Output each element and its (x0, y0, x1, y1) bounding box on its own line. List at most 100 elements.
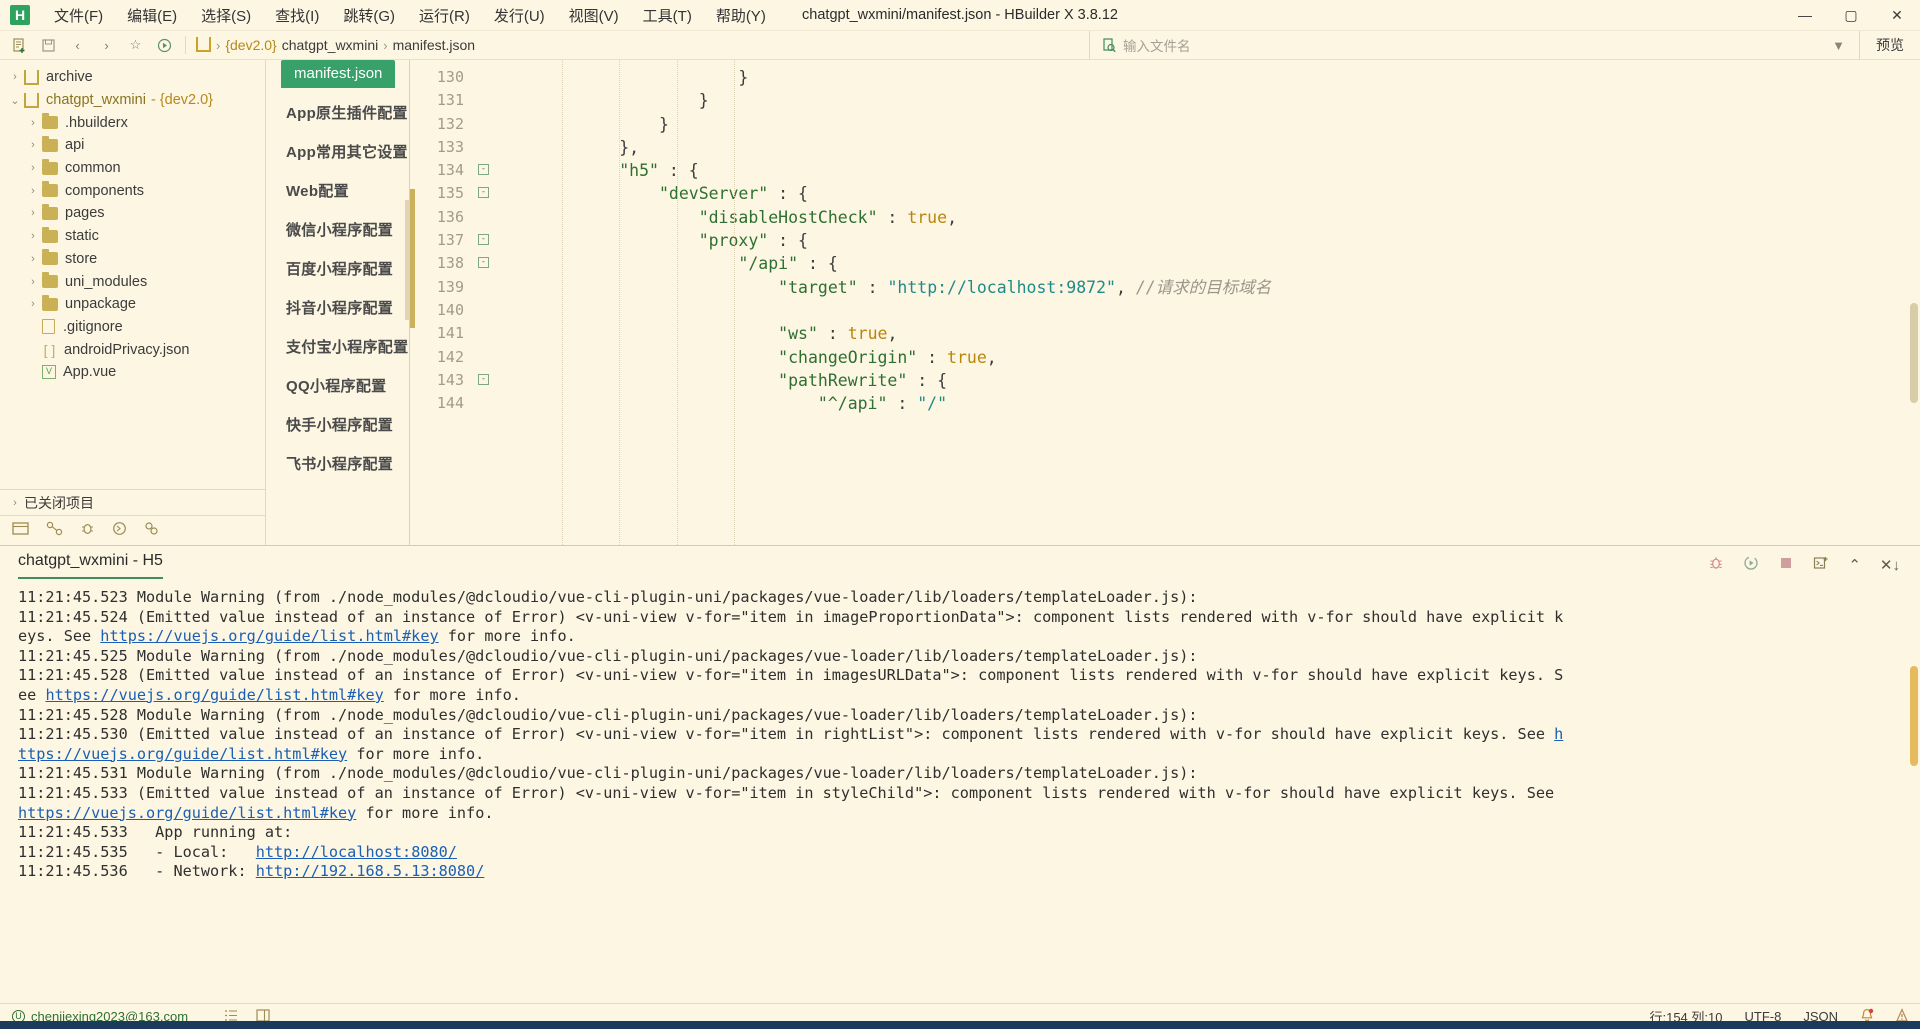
console-text: for more info. (438, 627, 576, 646)
console-text: 11:21:45.528 (Emitted value instead of a… (18, 666, 1564, 685)
manifest-nav-list[interactable]: App原生插件配置 App常用其它设置 Web配置 微信小程序配置 百度小程序配置 抖音小… (266, 93, 409, 483)
code-editor[interactable]: 130 131 132 133 134-135- 136 137-138- 139 140 141… (410, 60, 1920, 545)
explorer-icon[interactable] (12, 521, 29, 540)
menu-item-3[interactable]: 查找(I) (263, 2, 331, 29)
rerun-icon[interactable] (1743, 555, 1759, 575)
closed-projects-row[interactable]: › 已关闭项目 (0, 489, 265, 515)
console-link[interactable]: h (1554, 725, 1563, 743)
chevron-right-icon[interactable]: › (24, 366, 42, 378)
code-token: : { (768, 231, 808, 251)
bug-icon[interactable] (1708, 555, 1724, 575)
menu-item-8[interactable]: 工具(T) (631, 2, 704, 29)
run-icon[interactable] (151, 34, 178, 57)
manifest-nav-item[interactable]: App常用其它设置 (266, 132, 409, 171)
code-token: "target" (778, 277, 858, 297)
tree-item[interactable]: › uni_modules (0, 270, 265, 293)
console-link[interactable]: https://vuejs.org/guide/list.html#key (18, 804, 356, 822)
breadcrumb-project[interactable]: chatgpt_wxmini (282, 37, 379, 53)
breadcrumb-file[interactable]: manifest.json (393, 37, 475, 53)
tab-manifest-json[interactable]: manifest.json (281, 60, 396, 88)
filter-icon[interactable]: ▼ (1832, 38, 1859, 53)
manifest-nav-item[interactable]: QQ小程序配置 (266, 366, 409, 405)
tree-item[interactable]: › .hbuilderx (0, 111, 265, 134)
menu-item-9[interactable]: 帮助(Y) (704, 2, 778, 29)
breadcrumb-branch[interactable]: {dev2.0} (225, 37, 276, 53)
manifest-nav-scrollbar[interactable] (405, 200, 409, 320)
manifest-nav-item[interactable]: 快手小程序配置 (266, 405, 409, 444)
chevron-right-icon[interactable]: › (6, 71, 24, 83)
console-link[interactable]: ttps://vuejs.org/guide/list.html#key (18, 745, 347, 763)
close-button[interactable]: ✕ (1874, 0, 1920, 31)
terminal-icon[interactable] (112, 521, 127, 540)
console-link[interactable]: https://vuejs.org/guide/list.html#key (45, 686, 383, 704)
tree-item[interactable]: › .gitignore (0, 316, 265, 339)
chevron-right-icon[interactable]: › (24, 207, 42, 219)
new-terminal-icon[interactable] (1813, 555, 1829, 575)
maximize-button[interactable]: ▢ (1828, 0, 1874, 31)
console-link[interactable]: http://localhost:8080/ (256, 843, 457, 861)
debug-icon[interactable] (80, 521, 95, 540)
manifest-nav-item[interactable]: 飞书小程序配置 (266, 444, 409, 483)
menu-item-1[interactable]: 编辑(E) (115, 2, 189, 29)
clear-icon[interactable]: ✕↓ (1880, 556, 1900, 574)
tree-item[interactable]: › unpackage (0, 293, 265, 316)
tree-item[interactable]: › archive (0, 66, 265, 89)
manifest-nav-item[interactable]: 微信小程序配置 (266, 210, 409, 249)
project-tree[interactable]: › archive ⌄ chatgpt_wxmini - {dev2.0} › .hbuil… (0, 60, 265, 489)
manifest-nav-item[interactable]: 支付宝小程序配置 (266, 327, 409, 366)
collapse-icon[interactable]: ⌃ (1848, 556, 1861, 574)
tree-item[interactable]: › store (0, 248, 265, 271)
console-link[interactable]: http://192.168.5.13:8080/ (256, 862, 485, 880)
forward-icon[interactable]: › (93, 34, 120, 57)
chevron-right-icon[interactable]: › (24, 185, 42, 197)
tree-item[interactable]: › common (0, 157, 265, 180)
menu-item-7[interactable]: 视图(V) (557, 2, 631, 29)
console-link[interactable]: https://vuejs.org/guide/list.html#key (100, 627, 438, 645)
preview-button[interactable]: 预览 (1859, 30, 1920, 60)
folder-icon (42, 158, 58, 175)
file-search-box[interactable]: 输入文件名 ▼ (1089, 30, 1859, 60)
console-scrollbar[interactable] (1910, 666, 1918, 766)
menu-item-2[interactable]: 选择(S) (189, 2, 263, 29)
plugin-icon[interactable] (144, 521, 159, 540)
file-icon (42, 319, 55, 335)
stop-icon[interactable] (1778, 555, 1794, 575)
tree-item[interactable]: › components (0, 179, 265, 202)
chevron-right-icon[interactable]: › (24, 298, 42, 310)
menu-item-5[interactable]: 运行(R) (407, 2, 482, 29)
menu-item-6[interactable]: 发行(U) (482, 2, 557, 29)
outline-icon[interactable] (46, 521, 63, 540)
manifest-nav-item[interactable]: 百度小程序配置 (266, 249, 409, 288)
chevron-right-icon[interactable]: › (24, 117, 42, 129)
tree-item[interactable]: ⌄ chatgpt_wxmini - {dev2.0} (0, 89, 265, 112)
editor-scrollbar[interactable] (1910, 303, 1918, 403)
tree-item[interactable]: ›[ ] androidPrivacy.json (0, 338, 265, 361)
menu-item-0[interactable]: 文件(F) (42, 2, 115, 29)
chevron-right-icon[interactable]: › (24, 253, 42, 265)
tree-item[interactable]: › static (0, 225, 265, 248)
code-token: }, (619, 137, 640, 157)
chevron-right-icon[interactable]: › (24, 139, 42, 151)
back-icon[interactable]: ‹ (64, 34, 91, 57)
manifest-nav-item[interactable]: 抖音小程序配置 (266, 288, 409, 327)
code-content[interactable]: } } } }, "h5" : { "devServer" : { "disab… (472, 60, 1920, 545)
chevron-right-icon[interactable]: › (24, 321, 42, 333)
line-number-value: 142 (436, 347, 464, 366)
console-tab-h5[interactable]: chatgpt_wxmini - H5 (18, 552, 163, 579)
tree-item[interactable]: › pages (0, 202, 265, 225)
chevron-right-icon[interactable]: › (24, 344, 42, 356)
new-file-icon[interactable] (6, 34, 33, 57)
manifest-nav-item[interactable]: Web配置 (266, 171, 409, 210)
chevron-right-icon[interactable]: › (24, 162, 42, 174)
console-log[interactable]: 11:21:45.523 Module Warning (from ./node… (0, 584, 1920, 1003)
chevron-down-icon[interactable]: ⌄ (6, 94, 24, 107)
star-icon[interactable]: ☆ (122, 34, 149, 57)
chevron-right-icon[interactable]: › (24, 276, 42, 288)
save-icon[interactable] (35, 34, 62, 57)
menu-item-4[interactable]: 跳转(G) (331, 2, 407, 29)
chevron-right-icon[interactable]: › (24, 230, 42, 242)
tree-item[interactable]: › api (0, 134, 265, 157)
manifest-nav-item[interactable]: App原生插件配置 (266, 93, 409, 132)
tree-item[interactable]: ›V App.vue (0, 361, 265, 384)
minimize-button[interactable]: — (1782, 0, 1828, 31)
